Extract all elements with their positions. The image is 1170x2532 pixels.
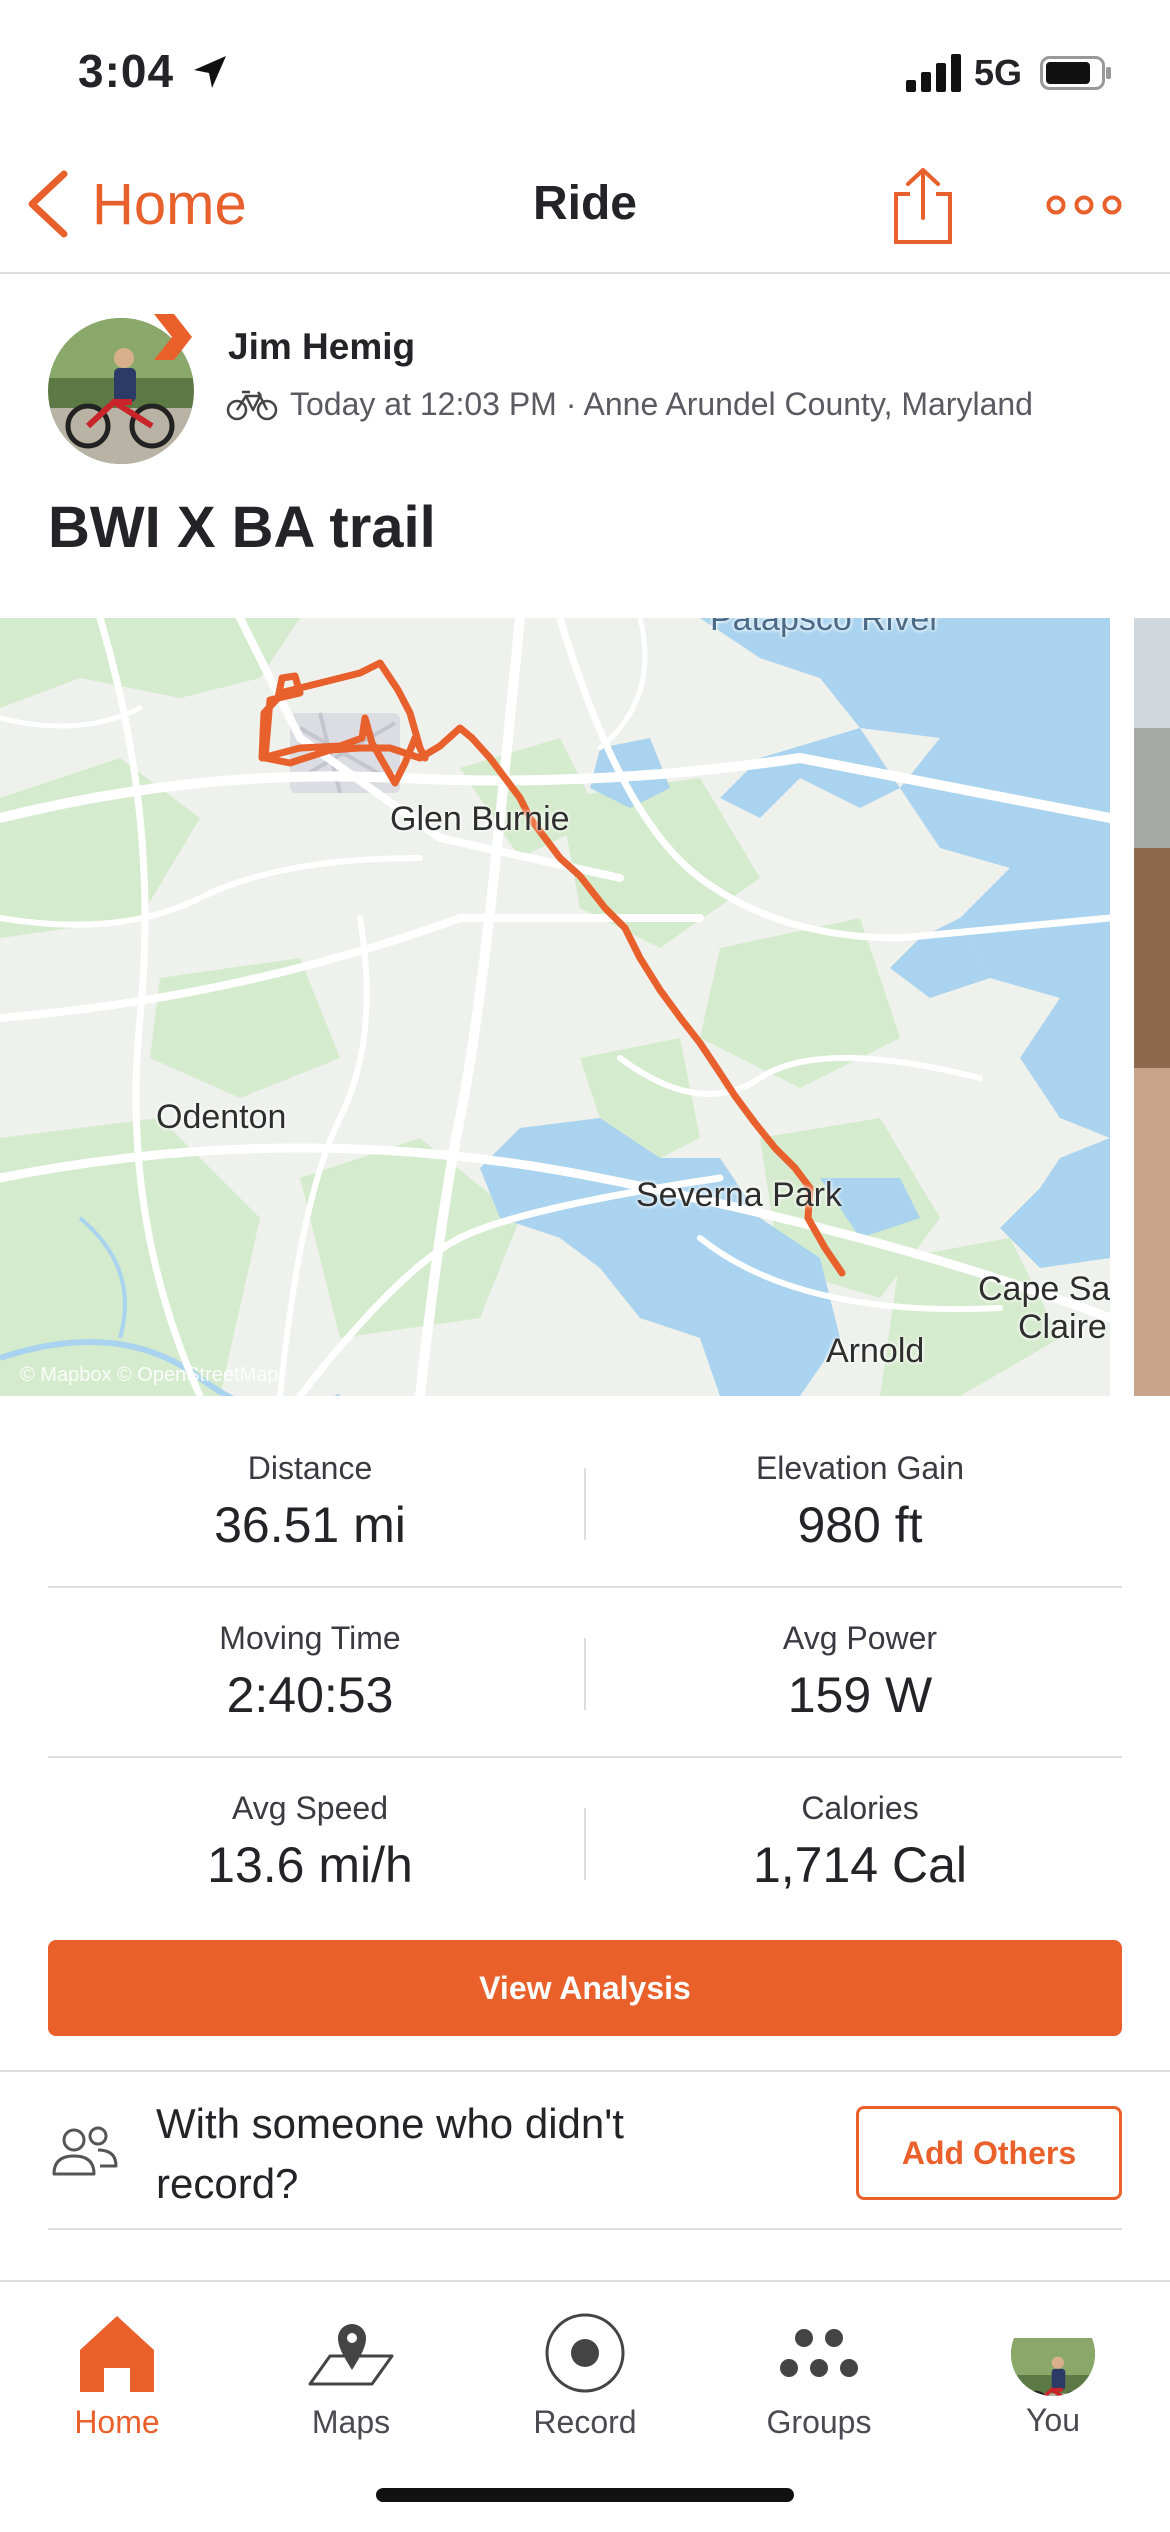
people-icon bbox=[52, 2126, 118, 2176]
stat-value-calories: 1,714 Cal bbox=[752, 1837, 968, 1893]
tab-label: Record bbox=[533, 2404, 637, 2440]
stat-label-avg-speed: Avg Speed bbox=[232, 1790, 388, 1826]
tab-label: Maps bbox=[311, 2404, 391, 2440]
activity-title: BWI X BA trail bbox=[48, 495, 436, 560]
add-others-button[interactable]: Add Others bbox=[856, 2106, 1122, 2200]
stat-value-elevation: 980 ft bbox=[797, 1497, 923, 1553]
map-label-severna-park: Severna Park bbox=[636, 1176, 842, 1214]
activity-screen: 3:04 5G Home Ride Jim Hemig Today at 12:… bbox=[0, 0, 1170, 2532]
stat-value-avg-speed: 13.6 mi/h bbox=[207, 1837, 413, 1893]
back-button[interactable]: Home bbox=[24, 164, 247, 244]
stat-value-moving-time: 2:40:53 bbox=[226, 1667, 394, 1723]
tab-label: You bbox=[1026, 2402, 1080, 2438]
groups-icon bbox=[780, 2329, 858, 2377]
stat-value-distance: 36.51 mi bbox=[214, 1497, 406, 1553]
map-attribution[interactable]: © Mapbox © OpenStreetMap bbox=[20, 1364, 279, 1387]
tab-label: Home bbox=[74, 2404, 160, 2440]
stat-label-calories: Calories bbox=[801, 1790, 919, 1826]
route-map[interactable]: Patapsco River Glen Burnie Odenton Sever… bbox=[0, 618, 1110, 1396]
home-icon bbox=[80, 2316, 154, 2392]
maps-icon bbox=[308, 2324, 394, 2386]
photo-thumbnail[interactable] bbox=[1134, 618, 1170, 1396]
stats-row-divider bbox=[48, 1756, 1122, 1758]
map-label-arnold: Arnold bbox=[826, 1332, 925, 1370]
status-bar: 3:04 5G bbox=[0, 0, 1170, 150]
stat-label-moving-time: Moving Time bbox=[219, 1620, 401, 1656]
status-time: 3:04 bbox=[78, 45, 175, 97]
tab-record[interactable]: Record bbox=[468, 2282, 702, 2442]
stat-divider bbox=[584, 1468, 586, 1540]
map-label-odenton: Odenton bbox=[156, 1098, 287, 1136]
map-label-river: Patapsco River bbox=[710, 618, 941, 638]
subscriber-badge-icon bbox=[154, 314, 192, 360]
home-indicator[interactable] bbox=[376, 2488, 794, 2502]
map-label-glen-burnie: Glen Burnie bbox=[390, 800, 570, 838]
tab-home[interactable]: Home bbox=[0, 2282, 234, 2442]
stat-divider bbox=[584, 1808, 586, 1880]
athlete-name[interactable]: Jim Hemig bbox=[228, 326, 415, 368]
tab-you[interactable]: You bbox=[936, 2282, 1170, 2442]
section-divider bbox=[0, 2070, 1170, 2072]
network-label: 5G bbox=[974, 52, 1023, 93]
tab-groups[interactable]: Groups bbox=[702, 2282, 936, 2442]
share-icon[interactable] bbox=[890, 166, 956, 246]
stat-label-distance: Distance bbox=[247, 1450, 373, 1486]
back-label: Home bbox=[92, 171, 247, 237]
activity-meta: Today at 12:03 PM · Anne Arundel County,… bbox=[226, 386, 1033, 423]
location-arrow-icon bbox=[194, 56, 226, 88]
tab-label: Groups bbox=[766, 2404, 872, 2440]
record-icon bbox=[545, 2313, 625, 2393]
avatar bbox=[1011, 2312, 1095, 2396]
athlete-avatar[interactable] bbox=[48, 314, 194, 464]
map-label-cape: Cape Sai bbox=[978, 1270, 1110, 1308]
stat-value-avg-power: 159 W bbox=[787, 1667, 933, 1723]
map-label-claire: Claire bbox=[1018, 1308, 1107, 1346]
signal-icon bbox=[906, 54, 961, 92]
stat-divider bbox=[584, 1638, 586, 1710]
nav-header: Home Ride bbox=[0, 150, 1170, 274]
stats-row-divider bbox=[48, 1586, 1122, 1588]
bike-icon bbox=[226, 390, 278, 420]
tab-maps[interactable]: Maps bbox=[234, 2282, 468, 2442]
map-canvas bbox=[0, 618, 1110, 1396]
with-someone-text: With someone who didn't record? bbox=[156, 2100, 624, 2207]
view-analysis-button[interactable]: View Analysis bbox=[48, 1940, 1122, 2036]
chevron-left-icon bbox=[28, 170, 68, 238]
section-divider bbox=[48, 2228, 1122, 2230]
activity-meta-text: Today at 12:03 PM · Anne Arundel County,… bbox=[290, 386, 1033, 422]
stat-label-avg-power: Avg Power bbox=[782, 1620, 938, 1656]
stat-label-elevation: Elevation Gain bbox=[755, 1450, 965, 1486]
more-options-icon[interactable] bbox=[1046, 190, 1122, 220]
battery-icon bbox=[1040, 56, 1111, 90]
